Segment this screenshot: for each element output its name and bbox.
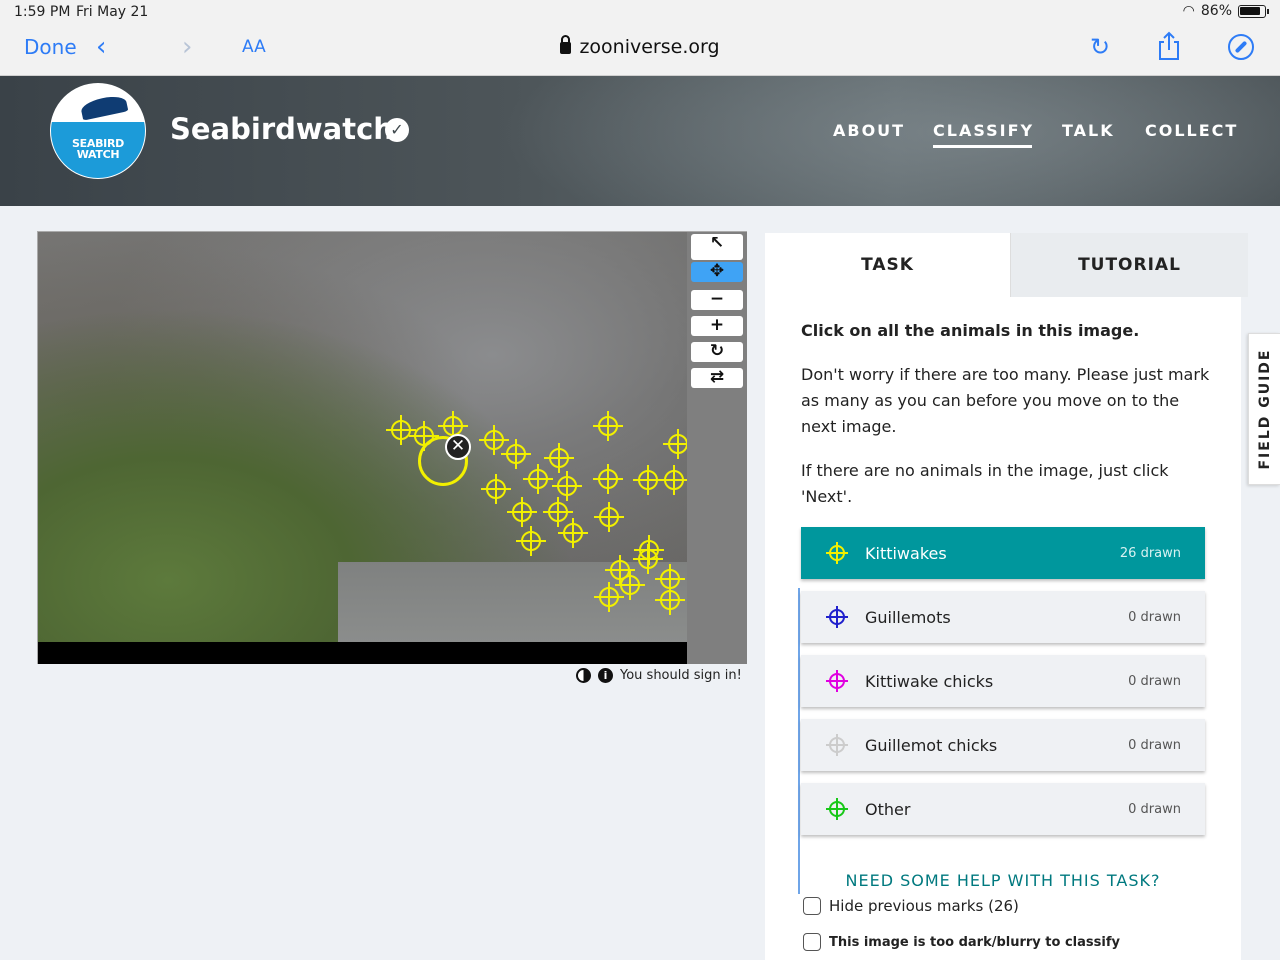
choice-count: 0 drawn [1128, 737, 1181, 753]
choice-kittiwakes[interactable]: Kittiwakes 26 drawn [801, 527, 1205, 579]
zoom-out-icon[interactable]: − [691, 290, 743, 310]
lock-icon [560, 35, 572, 54]
crosshair-icon [826, 734, 848, 756]
kittiwake-mark[interactable] [615, 570, 645, 600]
signin-text[interactable]: You should sign in! [620, 668, 742, 683]
checkbox-box[interactable] [803, 933, 821, 951]
choice-count: 26 drawn [1119, 545, 1181, 561]
hide-marks-label: Hide previous marks (26) [829, 897, 1019, 915]
kittiwake-mark[interactable] [663, 429, 687, 459]
tab-tutorial[interactable]: TUTORIAL [1010, 233, 1248, 297]
project-logo[interactable]: SEABIRD WATCH [50, 83, 146, 179]
nav-about[interactable]: ABOUT [833, 121, 905, 140]
zoom-in-icon[interactable]: + [691, 316, 743, 336]
task-question: Click on all the animals in this image. [801, 321, 1140, 340]
address-bar[interactable]: zooniverse.org [0, 35, 1280, 58]
choice-label: Guillemot chicks [865, 735, 998, 755]
nav-talk[interactable]: TALK [1062, 121, 1115, 140]
logo-bird-icon [79, 93, 129, 121]
pan-icon[interactable]: ✥ [691, 262, 743, 282]
kittiwake-mark[interactable] [593, 464, 623, 494]
choice-guillemot-chicks[interactable]: Guillemot chicks 0 drawn [801, 719, 1205, 771]
browser-toolbar: Done ‹ › AA zooniverse.org ↻ [0, 24, 1280, 76]
choice-label: Other [865, 799, 911, 819]
delete-mark-icon[interactable]: ✕ [445, 434, 471, 460]
choice-kittiwake-chicks[interactable]: Kittiwake chicks 0 drawn [801, 655, 1205, 707]
kittiwake-mark[interactable] [516, 526, 546, 556]
kittiwake-mark[interactable] [523, 464, 553, 494]
tab-task[interactable]: TASK [765, 233, 1010, 297]
crosshair-icon [826, 606, 848, 628]
kittiwake-mark[interactable] [659, 465, 687, 495]
checkbox-box[interactable] [803, 897, 821, 915]
subject-image[interactable]: ✕ [38, 232, 687, 642]
too-dark-label: This image is too dark/blurry to classif… [829, 934, 1120, 950]
task-help-1: Don't worry if there are too many. Pleas… [801, 365, 1210, 436]
crosshair-icon [826, 798, 848, 820]
share-icon[interactable] [1156, 31, 1182, 66]
kittiwake-mark[interactable] [594, 502, 624, 532]
kittiwake-mark[interactable] [593, 411, 623, 441]
reset-icon[interactable]: ⇄ [691, 368, 743, 388]
verified-check-icon: ✓ [385, 118, 409, 142]
kittiwake-mark[interactable] [558, 518, 588, 548]
choice-count: 0 drawn [1128, 673, 1181, 689]
choice-label: Kittiwakes [865, 543, 947, 563]
choice-label: Kittiwake chicks [865, 671, 994, 691]
choice-count: 0 drawn [1128, 609, 1181, 625]
crosshair-icon [826, 670, 848, 692]
pointer-icon[interactable]: ↖ [691, 234, 743, 260]
reload-icon[interactable]: ↻ [1090, 33, 1110, 61]
choice-count: 0 drawn [1128, 801, 1181, 817]
status-bar: 1:59 PM Fri May 21 ◠ 86% [0, 0, 1280, 24]
contrast-icon[interactable] [576, 668, 591, 683]
kittiwake-mark[interactable] [655, 564, 685, 594]
kittiwake-mark[interactable] [507, 497, 537, 527]
too-dark-checkbox[interactable]: This image is too dark/blurry to classif… [803, 933, 1120, 951]
wifi-icon: ◠ [1182, 3, 1195, 19]
subject-viewer: ✕ ↖ ✥ − + ↻ ⇄ [37, 231, 747, 664]
rotate-icon[interactable]: ↻ [691, 342, 743, 362]
project-header: SEABIRD WATCH Seabirdwatch ✓ ABOUT CLASS… [0, 76, 1280, 206]
logo-text: SEABIRD WATCH [72, 137, 124, 161]
choice-other[interactable]: Other 0 drawn [801, 783, 1205, 835]
image-bottom-bar [38, 642, 687, 664]
header-background [420, 76, 1280, 206]
choice-guillemots[interactable]: Guillemots 0 drawn [801, 591, 1205, 643]
choice-label: Guillemots [865, 607, 951, 627]
need-help-link[interactable]: NEED SOME HELP WITH THIS TASK? [765, 871, 1241, 890]
status-time: 1:59 PM [14, 4, 71, 20]
info-icon[interactable]: i [598, 668, 613, 683]
project-title[interactable]: Seabirdwatch [170, 112, 394, 146]
hide-marks-checkbox[interactable]: Hide previous marks (26) [803, 897, 1019, 915]
nav-classify[interactable]: CLASSIFY [933, 121, 1034, 148]
battery-percent: 86% [1200, 3, 1232, 19]
signin-notice: i You should sign in! [576, 668, 742, 683]
viewer-toolbar: ↖ ✥ − + ↻ ⇄ [687, 232, 747, 664]
task-help-2: If there are no animals in the image, ju… [801, 461, 1169, 506]
battery-icon [1238, 4, 1269, 18]
crosshair-icon [826, 542, 848, 564]
choices-guide-line [798, 588, 800, 894]
compass-icon[interactable] [1228, 34, 1254, 60]
field-guide-tab[interactable]: FIELD GUIDE [1248, 333, 1280, 485]
field-guide-label: FIELD GUIDE [1256, 348, 1273, 470]
kittiwake-mark[interactable] [634, 535, 664, 565]
task-panel: TASK TUTORIAL Click on all the animals i… [765, 233, 1248, 960]
url-text: zooniverse.org [579, 36, 720, 58]
nav-collect[interactable]: COLLECT [1145, 121, 1238, 140]
status-date: Fri May 21 [76, 4, 149, 20]
status-right: ◠ 86% [1182, 3, 1269, 19]
